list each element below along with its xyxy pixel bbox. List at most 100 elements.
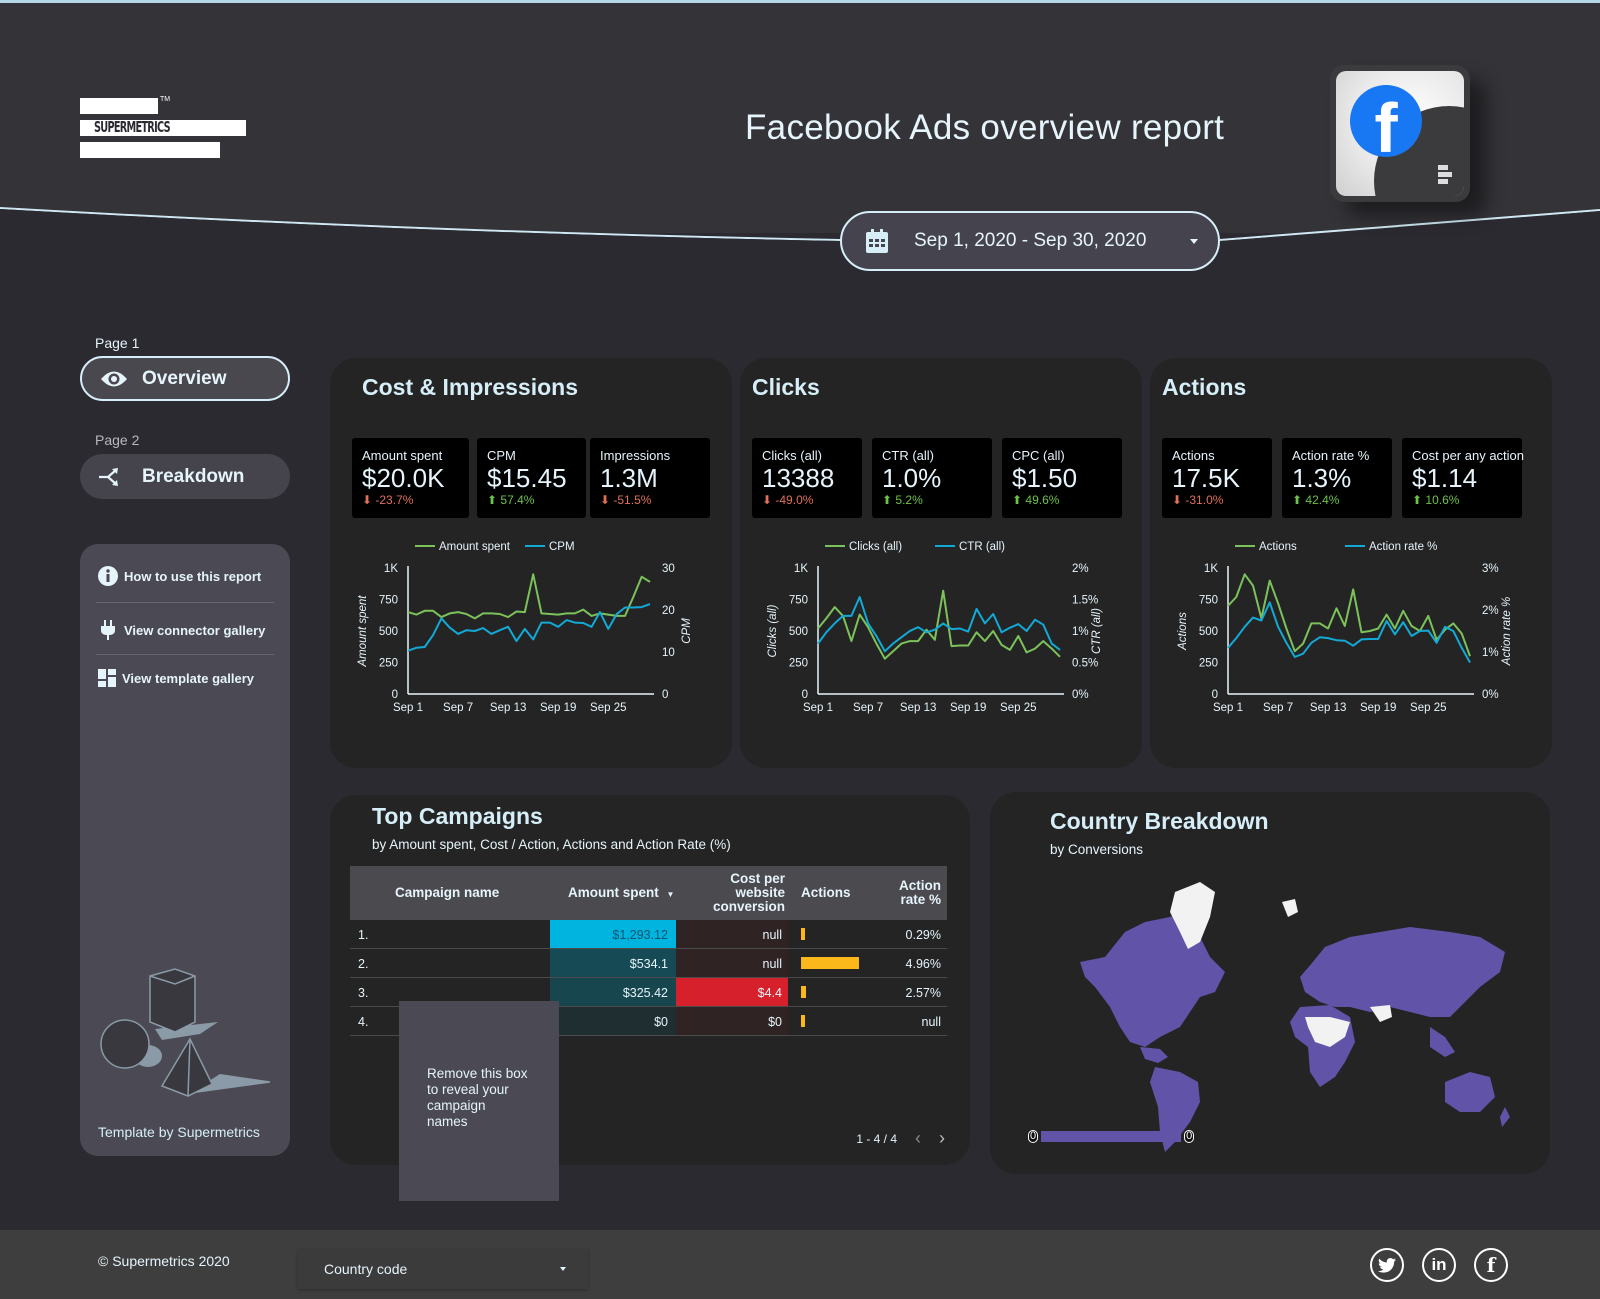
plug-icon	[101, 620, 115, 640]
top-campaigns-card: Top Campaigns by Amount spent, Cost / Ac…	[330, 795, 970, 1201]
date-range-picker[interactable]: Sep 1, 2020 - Sep 30, 2020	[840, 211, 1220, 271]
x-tick-label: Sep 19	[950, 702, 986, 714]
y-tick-label: 1K	[1204, 563, 1218, 575]
legend-gradient	[1041, 1131, 1182, 1142]
card-title: Top Campaigns	[372, 803, 543, 829]
x-tick-label: Sep 1	[1213, 702, 1243, 714]
y-tick-label: 750	[1199, 595, 1218, 607]
kpi-label: Clicks (all)	[762, 448, 822, 463]
date-range-text: Sep 1, 2020 - Sep 30, 2020	[914, 230, 1147, 251]
card-subtitle: by Amount spent, Cost / Action, Actions …	[372, 837, 731, 852]
kpi-label: Action rate %	[1292, 448, 1370, 463]
y-tick-label: 0	[802, 689, 808, 701]
y-tick-label: 0	[392, 689, 398, 701]
table-row[interactable]: 2. $534.1 null 4.96%	[350, 949, 947, 978]
header-amount-spent[interactable]: Amount spent ▼	[568, 886, 674, 902]
kpi-value: $1.50	[1012, 463, 1078, 493]
facebook-connector-logo: f	[1330, 65, 1470, 202]
y2-tick-label: 1.5%	[1072, 595, 1098, 607]
table-header: Campaign name Amount spent ▼ Cost per we…	[350, 866, 947, 920]
clicks-chart: Clicks (all) CTR (all) 0 250 500 750 1K 0% 0.5% 1…	[767, 541, 1103, 714]
country-breakdown-card: Country Breakdown by Conversions 0 0	[990, 792, 1550, 1174]
kpi-label: CTR (all)	[882, 448, 934, 463]
legend-label: Clicks (all)	[849, 541, 902, 553]
amount-spent-cell: $1,293.12	[550, 920, 676, 948]
how-to-use-link[interactable]: How to use this report	[98, 566, 261, 586]
header-cost-per-conversion[interactable]: Cost per website conversion	[680, 872, 785, 914]
action-rate-cell: 0.29%	[905, 928, 941, 942]
next-page-icon[interactable]: ›	[939, 1128, 945, 1149]
template-gallery-label: View template gallery	[122, 670, 254, 686]
cost-per-conversion-cell: null	[676, 949, 788, 977]
x-tick-label: Sep 1	[393, 702, 423, 714]
kpi-delta: ⬆ 42.4%	[1292, 493, 1340, 507]
x-tick-label: Sep 25	[590, 702, 626, 714]
header-action-rate[interactable]: Action rate %	[899, 879, 941, 907]
x-tick-label: Sep 19	[540, 702, 576, 714]
page-1-label: Page 1	[95, 335, 140, 351]
previous-page-icon[interactable]: ‹	[915, 1128, 921, 1149]
y-tick-label: 250	[789, 658, 808, 670]
arrow-down-icon: ⬇	[1172, 493, 1186, 507]
kpi-value: 1.3M	[600, 463, 658, 493]
logo-trademark: TM	[160, 96, 171, 103]
world-map[interactable]	[1050, 877, 1520, 1157]
connector-gallery-link[interactable]: View connector gallery	[98, 620, 265, 640]
kpi-delta: ⬆ 10.6%	[1412, 493, 1460, 507]
y2-tick-label: 1%	[1482, 647, 1499, 659]
header-campaign-name[interactable]: Campaign name	[395, 886, 499, 900]
card-subtitle: by Conversions	[1050, 842, 1144, 857]
facebook-icon: f	[1350, 85, 1422, 157]
kpi-clicks: Clicks (all) 13388 ⬇ -49.0%	[752, 438, 862, 518]
calendar-icon	[866, 229, 888, 253]
table-row[interactable]: 1. $1,293.12 null 0.29%	[350, 920, 947, 949]
kpi-label: Impressions	[600, 448, 671, 463]
template-credit: Template by Supermetrics	[98, 1124, 260, 1140]
pagination: 1 - 4 / 4 ‹ ›	[856, 1128, 945, 1149]
kpi-amount-spent: Amount spent $20.0K ⬇ -23.7%	[352, 438, 469, 518]
y2-axis-title: CTR (all)	[1091, 608, 1103, 654]
kpi-delta: ⬇ -23.7%	[362, 493, 414, 507]
nav-breakdown[interactable]: Breakdown	[80, 454, 290, 499]
kpi-label: Amount spent	[362, 448, 443, 463]
sidebar-help-panel: How to use this report View connector ga…	[80, 544, 290, 1156]
cost-per-conversion-cell: null	[676, 920, 788, 948]
legend-label: Actions	[1259, 541, 1297, 553]
y-tick-label: 1K	[384, 563, 398, 575]
facebook-footer-icon[interactable]: f	[1474, 1248, 1508, 1282]
kpi-actions: Actions 17.5K ⬇ -31.0%	[1162, 438, 1272, 518]
arrow-down-icon: ⬇	[362, 493, 376, 507]
header-actions[interactable]: Actions	[801, 886, 851, 900]
campaign-name-overlay[interactable]: Remove this box to reveal your campaign …	[399, 1001, 559, 1201]
y-tick-label: 750	[789, 595, 808, 607]
country-code-filter[interactable]: Country code	[298, 1249, 588, 1289]
y-axis-title: Amount spent	[357, 595, 369, 668]
nav-overview[interactable]: Overview	[80, 356, 290, 401]
kpi-delta: ⬆ 5.2%	[882, 493, 923, 507]
y-tick-label: 1K	[794, 563, 808, 575]
kpi-value: 1.0%	[882, 463, 942, 493]
sort-desc-icon: ▼	[666, 890, 675, 899]
twitter-icon[interactable]	[1370, 1248, 1404, 1282]
footer: © Supermetrics 2020 Country code in f	[0, 1230, 1600, 1299]
split-arrows-icon	[99, 467, 118, 486]
cost-per-conversion-cell: $4.4	[676, 978, 788, 1006]
row-index: 1.	[358, 928, 369, 942]
x-tick-label: Sep 7	[443, 702, 473, 714]
y2-tick-label: 0.5%	[1072, 658, 1098, 670]
campaigns-table: Campaign name Amount spent ▼ Cost per we…	[350, 866, 947, 1201]
kpi-label: Actions	[1172, 448, 1215, 463]
copyright-text: © Supermetrics 2020	[98, 1253, 230, 1269]
series-line-amount-spent	[407, 573, 651, 620]
template-gallery-link[interactable]: View template gallery	[98, 669, 254, 687]
linkedin-icon[interactable]: in	[1422, 1248, 1456, 1282]
logo-text: SUPERMETRICS	[94, 118, 171, 136]
cost-impressions-chart: Amount spent CPM 0 250 500 750 1K 0 10 20 30 Sep 1 S…	[357, 541, 693, 714]
kpi-value: 17.5K	[1172, 463, 1240, 493]
y2-tick-label: 0	[662, 689, 668, 701]
y2-tick-label: 2%	[1072, 563, 1089, 575]
supermetrics-mini-icon	[1438, 165, 1452, 186]
actions-bar	[801, 986, 806, 998]
eye-icon	[101, 371, 127, 386]
kpi-value: 1.3%	[1292, 463, 1352, 493]
